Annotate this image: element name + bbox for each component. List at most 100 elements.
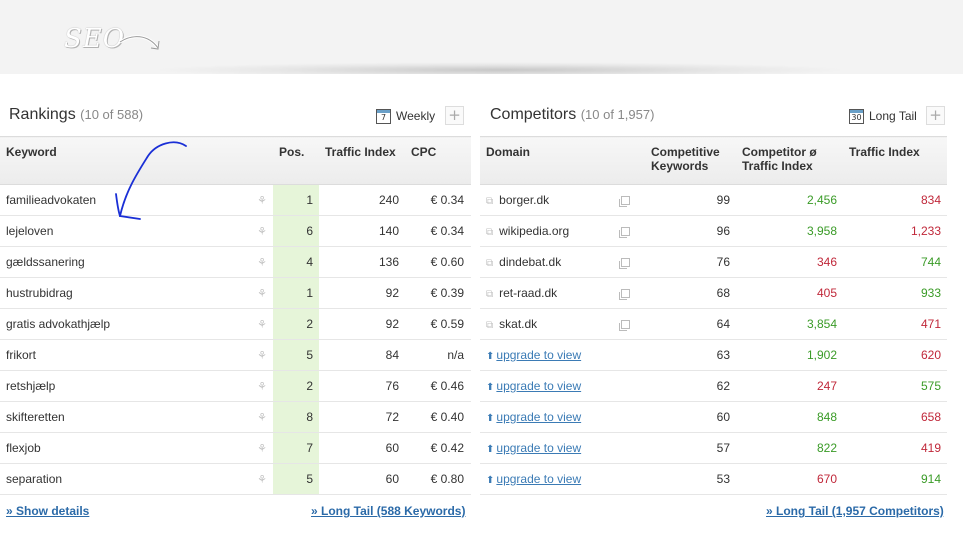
- competitor-traffic-cell: 346: [736, 246, 843, 278]
- table-row[interactable]: ⬆ upgrade to view 57 822 419: [480, 432, 947, 464]
- weekly-toggle[interactable]: 7 Weekly: [376, 107, 435, 125]
- competitor-traffic-cell: 1,902: [736, 339, 843, 371]
- table-row[interactable]: gældssanering ⚘ 4 136 € 0.60: [0, 246, 471, 278]
- keyword-cell[interactable]: retshjælp: [0, 370, 244, 402]
- competitor-traffic-cell: 3,958: [736, 215, 843, 247]
- domain-cell[interactable]: ⧉ skat.dk: [480, 308, 645, 340]
- add-keyword-button[interactable]: +: [445, 106, 464, 125]
- domain-label[interactable]: wikipedia.org: [499, 224, 583, 238]
- traffic-index-cell: 744: [843, 246, 947, 278]
- external-link-icon[interactable]: ⧉: [486, 320, 493, 331]
- external-link-icon[interactable]: ⧉: [486, 227, 493, 238]
- show-details-link[interactable]: » Show details: [6, 504, 89, 518]
- table-row[interactable]: gratis advokathjælp ⚘ 2 92 € 0.59: [0, 308, 471, 340]
- table-row[interactable]: ⧉ dindebat.dk 76 346 744: [480, 246, 947, 278]
- external-link-icon[interactable]: ⧉: [486, 258, 493, 269]
- upgrade-arrow-icon: ⬆: [486, 444, 495, 455]
- upgrade-link[interactable]: upgrade to view: [496, 472, 581, 486]
- external-link-icon[interactable]: ⧉: [486, 196, 493, 207]
- col-cpc[interactable]: CPC: [405, 136, 471, 185]
- keyword-action-icon[interactable]: ⚘: [244, 277, 273, 309]
- table-row[interactable]: retshjælp ⚘ 2 76 € 0.46: [0, 370, 471, 402]
- keyword-cell[interactable]: skifteretten: [0, 401, 244, 433]
- table-row[interactable]: skifteretten ⚘ 8 72 € 0.40: [0, 401, 471, 433]
- upgrade-link[interactable]: upgrade to view: [496, 348, 581, 362]
- col-competitor-traffic[interactable]: Traffic Index: [843, 136, 947, 185]
- table-row[interactable]: ⧉ wikipedia.org 96 3,958 1,233: [480, 215, 947, 247]
- long-tail-toggle[interactable]: 30 Long Tail: [849, 107, 917, 125]
- upgrade-link[interactable]: upgrade to view: [496, 441, 581, 455]
- copy-icon[interactable]: [619, 196, 631, 208]
- rankings-title-row: Rankings (10 of 588) 7 Weekly +: [0, 100, 471, 132]
- domain-cell[interactable]: ⬆ upgrade to view: [480, 432, 645, 464]
- keyword-cell[interactable]: hustrubidrag: [0, 277, 244, 309]
- calendar-icon: 30: [849, 108, 864, 124]
- rankings-header-row: Keyword Pos. Traffic Index CPC: [0, 136, 471, 185]
- keyword-action-icon[interactable]: ⚘: [244, 308, 273, 340]
- upgrade-arrow-icon: ⬆: [486, 382, 495, 393]
- rankings-table: Keyword Pos. Traffic Index CPC familiead…: [0, 136, 471, 495]
- add-competitor-button[interactable]: +: [926, 106, 945, 125]
- domain-label[interactable]: borger.dk: [499, 193, 583, 207]
- table-row[interactable]: separation ⚘ 5 60 € 0.80: [0, 463, 471, 495]
- keyword-cell[interactable]: flexjob: [0, 432, 244, 464]
- copy-icon[interactable]: [619, 258, 631, 270]
- domain-cell[interactable]: ⧉ dindebat.dk: [480, 246, 645, 278]
- domain-label[interactable]: skat.dk: [499, 317, 583, 331]
- domain-label[interactable]: dindebat.dk: [499, 255, 583, 269]
- upgrade-link[interactable]: upgrade to view: [496, 379, 581, 393]
- rankings-long-tail-link[interactable]: » Long Tail (588 Keywords): [311, 504, 465, 518]
- domain-cell[interactable]: ⧉ wikipedia.org: [480, 215, 645, 247]
- keyword-action-icon[interactable]: ⚘: [244, 246, 273, 278]
- col-traffic-index[interactable]: Traffic Index: [319, 136, 405, 185]
- domain-cell[interactable]: ⧉ borger.dk: [480, 184, 645, 216]
- competitor-traffic-cell: 405: [736, 277, 843, 309]
- domain-cell[interactable]: ⬆ upgrade to view: [480, 463, 645, 495]
- traffic-cell: 136: [319, 246, 405, 278]
- table-row[interactable]: ⬆ upgrade to view 62 247 575: [480, 370, 947, 402]
- traffic-index-cell: 658: [843, 401, 947, 433]
- table-row[interactable]: flexjob ⚘ 7 60 € 0.42: [0, 432, 471, 464]
- keyword-action-icon[interactable]: ⚘: [244, 401, 273, 433]
- table-row[interactable]: ⬆ upgrade to view 60 848 658: [480, 401, 947, 433]
- table-row[interactable]: lejeloven ⚘ 6 140 € 0.34: [0, 215, 471, 247]
- keyword-cell[interactable]: gældssanering: [0, 246, 244, 278]
- domain-cell[interactable]: ⬆ upgrade to view: [480, 339, 645, 371]
- table-row[interactable]: ⧉ skat.dk 64 3,854 471: [480, 308, 947, 340]
- col-competitive-keywords[interactable]: Competitive Keywords: [645, 136, 736, 185]
- table-row[interactable]: hustrubidrag ⚘ 1 92 € 0.39: [0, 277, 471, 309]
- keyword-action-icon[interactable]: ⚘: [244, 463, 273, 495]
- col-pos[interactable]: Pos.: [273, 136, 319, 185]
- domain-cell[interactable]: ⧉ ret-raad.dk: [480, 277, 645, 309]
- copy-icon[interactable]: [619, 227, 631, 239]
- table-row[interactable]: ⧉ ret-raad.dk 68 405 933: [480, 277, 947, 309]
- col-competitor-traffic-index[interactable]: Competitor ø Traffic Index: [736, 136, 843, 185]
- external-link-icon[interactable]: ⧉: [486, 289, 493, 300]
- table-row[interactable]: frikort ⚘ 5 84 n/a: [0, 339, 471, 371]
- upgrade-link[interactable]: upgrade to view: [496, 410, 581, 424]
- copy-icon[interactable]: [619, 320, 631, 332]
- domain-cell[interactable]: ⬆ upgrade to view: [480, 370, 645, 402]
- keyword-cell[interactable]: separation: [0, 463, 244, 495]
- table-row[interactable]: ⬆ upgrade to view 53 670 914: [480, 463, 947, 495]
- domain-label[interactable]: ret-raad.dk: [499, 286, 583, 300]
- keyword-action-icon[interactable]: ⚘: [244, 339, 273, 371]
- keyword-action-icon[interactable]: ⚘: [244, 184, 273, 216]
- domain-cell[interactable]: ⬆ upgrade to view: [480, 401, 645, 433]
- calendar-number: 7: [380, 112, 387, 122]
- table-row[interactable]: familieadvokaten ⚘ 1 240 € 0.34: [0, 184, 471, 216]
- traffic-cell: 76: [319, 370, 405, 402]
- cpc-cell: € 0.40: [405, 401, 471, 433]
- keyword-action-icon[interactable]: ⚘: [244, 432, 273, 464]
- traffic-index-cell: 575: [843, 370, 947, 402]
- keyword-action-icon[interactable]: ⚘: [244, 370, 273, 402]
- copy-icon[interactable]: [619, 289, 631, 301]
- keyword-action-icon[interactable]: ⚘: [244, 215, 273, 247]
- competitive-keywords-cell: 68: [645, 277, 736, 309]
- table-row[interactable]: ⧉ borger.dk 99 2,456 834: [480, 184, 947, 216]
- keyword-cell[interactable]: gratis advokathjælp: [0, 308, 244, 340]
- col-domain[interactable]: Domain: [480, 136, 645, 185]
- keyword-cell[interactable]: frikort: [0, 339, 244, 371]
- competitors-long-tail-link[interactable]: » Long Tail (1,957 Competitors): [766, 504, 944, 518]
- table-row[interactable]: ⬆ upgrade to view 63 1,902 620: [480, 339, 947, 371]
